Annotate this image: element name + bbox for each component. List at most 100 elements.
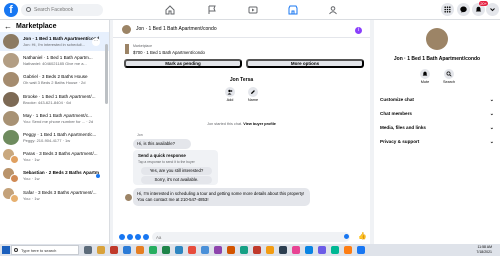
system-clock[interactable]: 11:58 AM 7/18/2021 bbox=[476, 245, 492, 254]
chat-title[interactable]: Jon · 1 Bed 1 Bath Apartment/condo bbox=[136, 26, 217, 32]
app-icon[interactable] bbox=[331, 246, 339, 254]
listing-card[interactable]: Marketplace $700 · 1 Bed 1 Bath Apartmen… bbox=[125, 42, 365, 58]
taskbar-search[interactable]: Type here to search bbox=[11, 245, 79, 255]
search-box[interactable] bbox=[21, 4, 103, 16]
conversation-item[interactable]: Brooke · 1 Bed 1 Bath Apartment/... Broo… bbox=[0, 90, 109, 109]
conversation-item[interactable]: May · 1 Bed 1 Bath Apartment/c... You: S… bbox=[0, 109, 109, 128]
excel-icon[interactable] bbox=[162, 246, 170, 254]
video-icon[interactable] bbox=[246, 4, 260, 16]
app-icon[interactable] bbox=[136, 246, 144, 254]
conversation-details-panel: Jon · 1 Bed 1 Bath Apartment/condo Mute … bbox=[374, 20, 500, 244]
conversation-item[interactable]: Jon · 1 Bed 1 Bath Apartment/condo Jon: … bbox=[0, 32, 109, 52]
mark-as-pending-button[interactable]: Mark as pending bbox=[124, 59, 242, 68]
conversation-preview: Jon: Hi, I'm interested in scheduli... bbox=[23, 42, 85, 47]
emoji-icon[interactable] bbox=[344, 234, 349, 239]
media-files-links-row[interactable]: Media, files and links ⌄ bbox=[380, 123, 496, 133]
customize-chat-row[interactable]: Customize chat ⌄ bbox=[380, 95, 496, 105]
conversation-item[interactable]: Paras · 3 Beds 3 Baths Apartment/... You… bbox=[0, 147, 109, 166]
app-icon[interactable] bbox=[279, 246, 287, 254]
marketplace-sidebar: ← Marketplace Jon · 1 Bed 1 Bath Apartme… bbox=[0, 20, 110, 244]
app-icon[interactable] bbox=[240, 246, 248, 254]
conversation-name: Peggy · 1 Bed 1 Bath Apartment/c... bbox=[23, 131, 97, 137]
facebook-logo[interactable]: f bbox=[4, 3, 18, 17]
sidebar-scrollbar[interactable] bbox=[105, 44, 108, 104]
marketplace-icon[interactable] bbox=[286, 4, 300, 16]
back-arrow-icon[interactable]: ← bbox=[4, 22, 12, 31]
conversation-preview: You: · 1w bbox=[23, 195, 40, 201]
row-label: Customize chat bbox=[380, 97, 414, 102]
more-options-icon[interactable]: ⋯ bbox=[92, 38, 100, 46]
info-icon[interactable]: i bbox=[355, 27, 362, 34]
app-icon[interactable] bbox=[292, 246, 300, 254]
sender-avatar bbox=[125, 194, 132, 201]
privacy-support-row[interactable]: Privacy & support ⌄ bbox=[380, 137, 496, 147]
edge-icon[interactable] bbox=[123, 246, 131, 254]
view-buyer-profile-link[interactable]: View buyer profile bbox=[243, 122, 276, 126]
app-icon[interactable] bbox=[110, 246, 118, 254]
conversation-item[interactable]: Sebastian · 2 Beds 2 Baths Apartm... You… bbox=[0, 166, 109, 185]
chat-members-row[interactable]: Chat members ⌄ bbox=[380, 109, 496, 119]
message-bubble: Hi, is this available? bbox=[133, 139, 191, 149]
top-bar: f 20+ bbox=[0, 0, 500, 20]
quick-response-title: Send a quick response bbox=[138, 153, 186, 158]
conversation-item[interactable]: Safar · 3 Beds 3 Baths Apartment/... You… bbox=[0, 186, 109, 205]
search-input[interactable] bbox=[34, 4, 100, 16]
conversation-name: Sebastian · 2 Beds 2 Baths Apartm... bbox=[23, 170, 99, 176]
mute-button[interactable]: Mute bbox=[414, 69, 436, 84]
listing-thumbnail bbox=[3, 72, 19, 88]
name-label: Name bbox=[247, 98, 259, 102]
notifications-icon[interactable]: 20+ bbox=[472, 1, 488, 16]
app-icon[interactable] bbox=[305, 246, 313, 254]
listing-thumbnail bbox=[125, 44, 129, 54]
app-icon[interactable] bbox=[214, 246, 222, 254]
conversation-item[interactable]: Peggy · 1 Bed 1 Bath Apartment/c... Pegg… bbox=[0, 128, 109, 147]
app-icon[interactable] bbox=[253, 246, 261, 254]
word-icon[interactable] bbox=[175, 246, 183, 254]
windows-taskbar: Type here to search 11:58 AM 7/18/2021 bbox=[0, 244, 500, 256]
conversation-preview: Brooke: 443-621-8404 · 6d bbox=[23, 99, 71, 105]
image-icon[interactable] bbox=[127, 234, 133, 240]
gif-icon[interactable] bbox=[143, 234, 149, 240]
quick-response-option[interactable]: Yes, are you still interested? bbox=[141, 167, 212, 175]
add-person-icon bbox=[225, 87, 235, 97]
conversation-item[interactable]: Nathaniel · 1 Bed 1 Bath Apartm... Natha… bbox=[0, 51, 109, 70]
sticker-icon[interactable] bbox=[135, 234, 141, 240]
home-icon[interactable] bbox=[163, 4, 177, 16]
search-icon bbox=[26, 7, 31, 12]
add-attachment-icon[interactable] bbox=[119, 234, 125, 240]
buyer-name: Jon Tersa bbox=[229, 77, 254, 83]
like-icon[interactable]: 👍 bbox=[358, 233, 367, 241]
app-icon[interactable] bbox=[266, 246, 274, 254]
quick-response-option[interactable]: Sorry, it's not available. bbox=[141, 176, 212, 184]
flag-icon[interactable] bbox=[205, 4, 219, 16]
search-button[interactable]: Search bbox=[438, 69, 460, 84]
task-view-icon[interactable] bbox=[84, 246, 92, 254]
app-icon[interactable] bbox=[357, 246, 365, 254]
sidebar-header: ← Marketplace bbox=[0, 20, 109, 32]
menu-grid-icon[interactable] bbox=[441, 3, 454, 16]
listing-thumbnail bbox=[3, 53, 19, 69]
add-button[interactable]: Add bbox=[219, 87, 241, 102]
conversation-item[interactable]: Gabriel · 3 Beds 2 Baths House Oh wait 3… bbox=[0, 70, 109, 89]
conversation-preview: Nathaniel: 4046021185 Give me a... bbox=[23, 61, 87, 67]
chat-header: Jon · 1 Bed 1 Bath Apartment/condo i bbox=[113, 20, 370, 38]
account-icon[interactable] bbox=[486, 3, 499, 16]
messenger-icon[interactable] bbox=[457, 3, 470, 16]
sidebar-title: Marketplace bbox=[16, 22, 57, 30]
more-options-button[interactable]: More options bbox=[246, 59, 364, 68]
message-input[interactable] bbox=[152, 232, 350, 242]
app-icon[interactable] bbox=[344, 246, 352, 254]
app-icon[interactable] bbox=[149, 246, 157, 254]
app-icon[interactable] bbox=[227, 246, 235, 254]
started-text: Jon started this chat. bbox=[207, 122, 243, 126]
groups-icon[interactable] bbox=[326, 4, 340, 16]
app-icon[interactable] bbox=[188, 246, 196, 254]
app-icon[interactable] bbox=[318, 246, 326, 254]
chrome-icon[interactable] bbox=[201, 246, 209, 254]
file-explorer-icon[interactable] bbox=[97, 246, 105, 254]
clock-time: 11:58 AM bbox=[477, 245, 492, 249]
clock-date: 7/18/2021 bbox=[476, 249, 492, 254]
unread-indicator bbox=[96, 174, 100, 179]
name-button[interactable]: Name bbox=[242, 87, 264, 102]
windows-start-icon[interactable] bbox=[2, 246, 10, 254]
